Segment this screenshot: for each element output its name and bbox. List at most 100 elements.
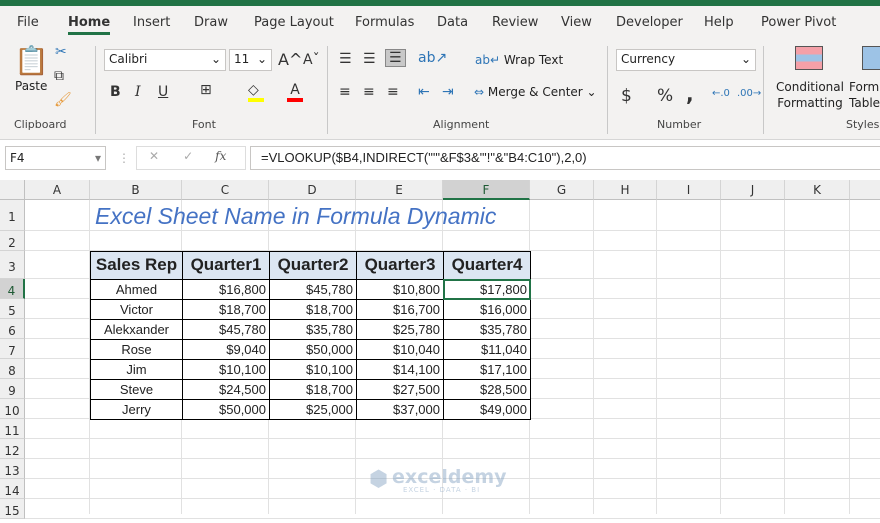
column-header-I[interactable]: I — [657, 180, 721, 200]
row-header-1[interactable]: 1 — [0, 200, 25, 231]
align-top-icon[interactable]: ☰ — [339, 51, 352, 67]
percent-button[interactable]: % — [657, 86, 673, 106]
insert-function-icon[interactable]: fx — [215, 149, 226, 163]
row-header-4[interactable]: 4 — [0, 279, 25, 299]
row-header-3[interactable]: 3 — [0, 251, 25, 279]
increase-indent-icon[interactable]: ⇥ — [442, 84, 454, 100]
row-header-13[interactable]: 13 — [0, 459, 25, 479]
table-header-cell[interactable]: Quarter4 — [443, 251, 531, 280]
enter-icon[interactable]: ✓ — [183, 149, 193, 163]
table-cell[interactable]: $17,100 — [443, 359, 531, 380]
table-cell[interactable]: Ahmed — [90, 279, 183, 300]
currency-button[interactable]: $ — [621, 86, 632, 106]
copy-icon[interactable]: ⧉ — [54, 68, 64, 84]
increase-decimal-icon[interactable]: ←.0 — [712, 88, 730, 99]
format-as-table-icon[interactable] — [862, 46, 880, 70]
italic-button[interactable]: I — [135, 84, 141, 100]
table-cell[interactable]: $35,780 — [269, 319, 357, 340]
table-cell[interactable]: $18,700 — [269, 299, 357, 320]
format-as-table-button[interactable]: Format as Table — [849, 79, 880, 111]
underline-button[interactable]: U — [158, 84, 168, 100]
conditional-formatting-button[interactable]: Conditional Formatting — [776, 79, 844, 111]
table-cell[interactable]: $10,100 — [269, 359, 357, 380]
column-header-E[interactable]: E — [356, 180, 443, 200]
align-bottom-icon[interactable]: ☰ — [385, 49, 406, 67]
active-cell[interactable]: $17,800 — [443, 279, 531, 300]
column-header-C[interactable]: C — [182, 180, 269, 200]
tab-file[interactable]: File — [17, 15, 39, 30]
table-cell[interactable]: $16,700 — [356, 299, 444, 320]
number-format-select[interactable]: Currency ⌄ — [616, 49, 756, 71]
column-header-F[interactable]: F — [443, 180, 530, 200]
table-cell[interactable]: $45,780 — [269, 279, 357, 300]
table-cell[interactable]: $16,000 — [443, 299, 531, 320]
align-left-icon[interactable]: ≡ — [339, 84, 351, 100]
decrease-decimal-icon[interactable]: .00→ — [737, 88, 761, 99]
table-cell[interactable]: $50,000 — [269, 339, 357, 360]
table-cell[interactable]: $37,000 — [356, 399, 444, 420]
table-cell[interactable]: $16,800 — [182, 279, 270, 300]
column-header-K[interactable]: K — [785, 180, 850, 200]
table-cell[interactable]: $25,780 — [356, 319, 444, 340]
column-header-G[interactable]: G — [530, 180, 594, 200]
font-color-icon[interactable]: A — [287, 82, 303, 102]
row-header-6[interactable]: 6 — [0, 319, 25, 339]
column-header-D[interactable]: D — [269, 180, 356, 200]
increase-font-icon[interactable]: A^ — [278, 50, 302, 69]
column-header-L[interactable] — [850, 180, 880, 200]
table-cell[interactable]: Victor — [90, 299, 183, 320]
name-box[interactable]: F4 ▾ — [5, 146, 106, 170]
table-cell[interactable]: $27,500 — [356, 379, 444, 400]
column-header-A[interactable]: A — [25, 180, 90, 200]
table-cell[interactable]: $25,000 — [269, 399, 357, 420]
wrap-text-button[interactable]: ab↵ Wrap Text — [475, 53, 563, 67]
tab-help[interactable]: Help — [704, 15, 734, 30]
table-cell[interactable]: Jim — [90, 359, 183, 380]
align-center-icon[interactable]: ≡ — [363, 84, 375, 100]
table-cell[interactable]: $11,040 — [443, 339, 531, 360]
table-cell[interactable]: Jerry — [90, 399, 183, 420]
column-header-B[interactable]: B — [90, 180, 182, 200]
table-cell[interactable]: $10,100 — [182, 359, 270, 380]
row-header-7[interactable]: 7 — [0, 339, 25, 359]
table-header-cell[interactable]: Quarter2 — [269, 251, 357, 280]
tab-power-pivot[interactable]: Power Pivot — [761, 15, 836, 30]
table-cell[interactable]: Rose — [90, 339, 183, 360]
column-header-H[interactable]: H — [594, 180, 657, 200]
paste-icon[interactable]: 📋 — [14, 44, 49, 77]
cancel-icon[interactable]: ✕ — [149, 149, 159, 163]
paste-button[interactable]: Paste — [15, 79, 47, 93]
tab-formulas[interactable]: Formulas — [355, 15, 414, 30]
table-cell[interactable]: $14,100 — [356, 359, 444, 380]
tab-home[interactable]: Home — [68, 15, 111, 35]
bold-button[interactable]: B — [110, 84, 121, 100]
table-cell[interactable]: $18,700 — [269, 379, 357, 400]
font-size-select[interactable]: 11 ⌄ — [229, 49, 272, 71]
row-header-2[interactable]: 2 — [0, 231, 25, 251]
table-cell[interactable]: $10,040 — [356, 339, 444, 360]
tab-developer[interactable]: Developer — [616, 15, 683, 30]
table-cell[interactable]: $24,500 — [182, 379, 270, 400]
merge-center-button[interactable]: ⇔ Merge & Center ⌄ — [474, 85, 597, 99]
table-cell[interactable]: Steve — [90, 379, 183, 400]
table-cell[interactable]: $9,040 — [182, 339, 270, 360]
row-header-11[interactable]: 11 — [0, 419, 25, 439]
tab-insert[interactable]: Insert — [133, 15, 170, 30]
table-cell[interactable]: $18,700 — [182, 299, 270, 320]
row-header-8[interactable]: 8 — [0, 359, 25, 379]
align-middle-icon[interactable]: ☰ — [363, 51, 376, 67]
align-right-icon[interactable]: ≡ — [387, 84, 399, 100]
table-cell[interactable]: $28,500 — [443, 379, 531, 400]
decrease-font-icon[interactable]: Aˇ — [303, 52, 320, 68]
row-header-10[interactable]: 10 — [0, 399, 25, 419]
table-header-cell[interactable]: Quarter3 — [356, 251, 444, 280]
table-cell[interactable]: $35,780 — [443, 319, 531, 340]
row-header-9[interactable]: 9 — [0, 379, 25, 399]
tab-page-layout[interactable]: Page Layout — [254, 15, 334, 30]
conditional-formatting-icon[interactable] — [795, 46, 823, 70]
table-cell[interactable]: $50,000 — [182, 399, 270, 420]
row-header-14[interactable]: 14 — [0, 479, 25, 499]
formula-input[interactable]: =VLOOKUP($B4,INDIRECT("'"&F$3&"'!"&"B4:C… — [250, 146, 880, 170]
table-cell[interactable]: Alekxander — [90, 319, 183, 340]
fill-color-icon[interactable]: ◇ — [248, 82, 264, 102]
